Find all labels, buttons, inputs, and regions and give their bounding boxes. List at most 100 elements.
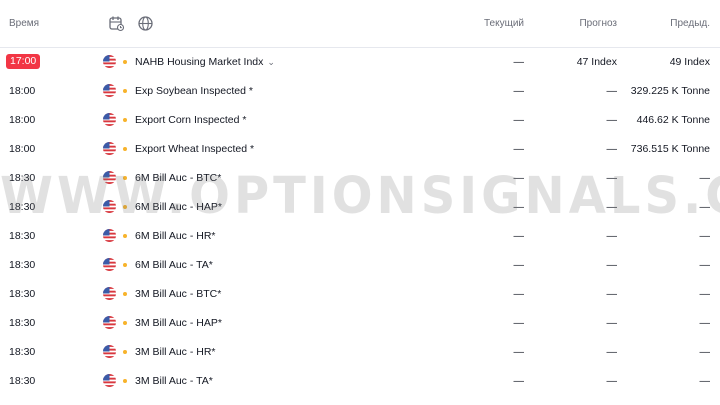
event-name-text: 6M Bill Auc - BTC* [135,172,222,184]
chevron-down-icon[interactable]: ⌄ [267,57,275,67]
us-flag-icon [103,142,116,155]
table-row[interactable]: 18:30 3M Bill Auc - TA* — — — [0,367,720,396]
us-flag-icon [103,287,116,300]
table-row[interactable]: 18:30 3M Bill Auc - HR* — — — [0,338,720,367]
event-name[interactable]: 3M Bill Auc - TA* [135,374,213,388]
importance-dot-icon [123,147,127,151]
importance-dot-icon [123,350,127,354]
event-name-text: NAHB Housing Market Indx [135,56,264,68]
calendar-icon[interactable] [108,15,125,32]
event-name-text: Exp Soybean Inspected * [135,85,253,97]
us-flag-icon [103,171,116,184]
previous-value: — [699,317,711,329]
event-name-text: 3M Bill Auc - BTC* [135,288,222,300]
event-name[interactable]: Exp Soybean Inspected * [135,84,253,98]
previous-value: — [699,201,711,213]
importance-dot-icon [123,60,127,64]
forecast-value: — [606,346,618,358]
importance-dot-icon [123,118,127,122]
actual-value: — [513,317,525,329]
us-flag-icon [103,229,116,242]
event-time: 18:30 [9,288,36,300]
event-time: 18:30 [9,201,36,213]
forecast-value: — [606,114,618,126]
event-time: 18:30 [9,172,36,184]
event-name-text: Export Wheat Inspected * [135,143,255,155]
header-previous: Предыд. [670,18,710,29]
event-time: 18:00 [9,85,36,97]
table-row[interactable]: 18:30 3M Bill Auc - HAP* — — — [0,309,720,338]
header-time[interactable]: Время [9,17,39,31]
forecast-value: — [606,172,618,184]
actual-value: — [513,172,525,184]
event-name-text: Export Corn Inspected * [135,114,247,126]
event-name[interactable]: 6M Bill Auc - HR* [135,229,216,243]
importance-dot-icon [123,292,127,296]
event-name[interactable]: 6M Bill Auc - TA* [135,258,213,272]
event-name-text: 3M Bill Auc - TA* [135,375,213,387]
actual-value: — [513,230,525,242]
us-flag-icon [103,345,116,358]
us-flag-icon [103,55,116,68]
actual-value: — [513,288,525,300]
forecast-value: — [606,230,618,242]
us-flag-icon [103,200,116,213]
us-flag-icon [103,374,116,387]
table-header: Время Текущий Прогноз Предыд. [0,0,720,48]
table-row[interactable]: 18:30 6M Bill Auc - TA* — — — [0,251,720,280]
importance-dot-icon [123,263,127,267]
previous-value: — [699,375,711,387]
event-time: 18:00 [9,143,36,155]
event-name[interactable]: Export Wheat Inspected * [135,142,254,156]
previous-value: — [699,259,711,271]
live-time-badge: 17:00 [6,54,41,69]
economic-calendar: Время Текущий Прогноз Предыд. 17:00 NAHB … [0,0,720,405]
actual-value: — [513,375,525,387]
globe-icon[interactable] [137,15,154,32]
event-name[interactable]: 3M Bill Auc - HR* [135,345,216,359]
table-row[interactable]: 18:00 Export Wheat Inspected * — — 736.515 K… [0,135,720,164]
importance-dot-icon [123,205,127,209]
importance-dot-icon [123,176,127,180]
actual-value: — [513,114,525,126]
event-name[interactable]: 3M Bill Auc - HAP* [135,316,222,330]
importance-dot-icon [123,89,127,93]
event-name[interactable]: 6M Bill Auc - HAP* [135,200,222,214]
forecast-value: — [606,259,618,271]
table-row[interactable]: 18:30 3M Bill Auc - BTC* — — — [0,280,720,309]
event-name[interactable]: Export Corn Inspected * [135,113,246,127]
previous-value: 329.225 K Tonne [630,85,710,97]
event-name-text: 3M Bill Auc - HR* [135,346,216,358]
actual-value: — [513,259,525,271]
forecast-value: — [606,288,618,300]
us-flag-icon [103,258,116,271]
previous-value: — [699,172,711,184]
header-forecast: Прогноз [579,18,617,29]
event-name-text: 6M Bill Auc - HR* [135,230,216,242]
us-flag-icon [103,84,116,97]
table-row[interactable]: 18:30 6M Bill Auc - BTC* — — — [0,164,720,193]
event-name[interactable]: 6M Bill Auc - BTC* [135,171,221,185]
actual-value: — [513,85,525,97]
event-name-text: 6M Bill Auc - HAP* [135,201,222,213]
header-current: Текущий [484,18,524,29]
event-name[interactable]: NAHB Housing Market Indx ⌄ [135,55,275,69]
previous-value: — [699,230,711,242]
table-row[interactable]: 18:00 Exp Soybean Inspected * — — 329.225 K … [0,77,720,106]
event-time: 18:30 [9,230,36,242]
importance-dot-icon [123,379,127,383]
us-flag-icon [103,316,116,329]
table-row[interactable]: 18:30 6M Bill Auc - HR* — — — [0,222,720,251]
event-time: 18:30 [9,375,36,387]
table-row[interactable]: 18:30 6M Bill Auc - HAP* — — — [0,193,720,222]
table-row[interactable]: 18:00 Export Corn Inspected * — — 446.62 K T… [0,106,720,135]
events-list: 17:00 NAHB Housing Market Indx ⌄ — 47 Index 4… [0,48,720,396]
forecast-value: — [606,375,618,387]
event-time: 18:30 [9,317,36,329]
previous-value: — [699,346,711,358]
event-name[interactable]: 3M Bill Auc - BTC* [135,287,221,301]
actual-value: — [513,346,525,358]
table-row[interactable]: 17:00 NAHB Housing Market Indx ⌄ — 47 Index 4… [0,48,720,77]
previous-value: 49 Index [669,56,710,68]
importance-dot-icon [123,321,127,325]
